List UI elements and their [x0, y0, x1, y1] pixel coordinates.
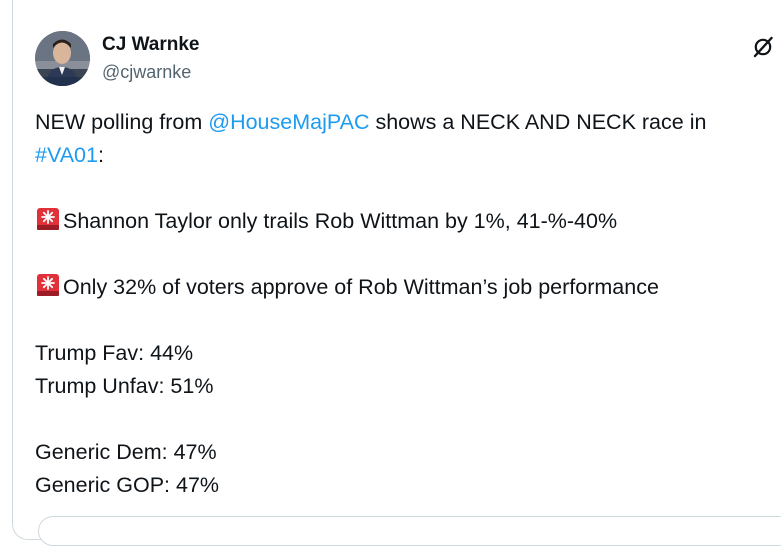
- tweet-text-segment: Only 32% of voters approve of Rob Wittma…: [63, 275, 659, 299]
- tweet-line: NEW polling from @HouseMajPAC shows a NE…: [35, 106, 775, 139]
- avatar[interactable]: [35, 31, 90, 86]
- hashtag-link[interactable]: #VA01: [35, 143, 98, 167]
- tweet-line: Generic GOP: 47%: [35, 473, 220, 497]
- tweet-line: Trump Fav: 44%: [35, 341, 194, 365]
- profile-photo-icon: [35, 31, 90, 86]
- siren-emoji-icon: [35, 206, 61, 232]
- tweet-line: Shannon Taylor only trails Rob Wittman b…: [35, 205, 775, 238]
- author-handle[interactable]: @cjwarnke: [102, 62, 191, 83]
- tweet-text: NEW polling from @HouseMajPAC shows a NE…: [35, 106, 775, 502]
- tweet-text-segment: Shannon Taylor only trails Rob Wittman b…: [63, 209, 618, 233]
- tweet-line: #VA01:: [35, 139, 775, 172]
- mention-link[interactable]: @HouseMajPAC: [208, 110, 369, 134]
- embedded-card-edge[interactable]: [38, 516, 781, 546]
- tweet-text-segment: :: [97, 143, 104, 167]
- tweet-line: Trump Unfav: 51%: [35, 374, 214, 398]
- tweet-text-segment: shows a NECK AND NECK race in: [369, 110, 707, 134]
- tweet-line: Generic Dem: 47%: [35, 440, 217, 464]
- x-logo-icon[interactable]: [752, 36, 774, 58]
- tweet-line: Only 32% of voters approve of Rob Wittma…: [35, 271, 775, 304]
- siren-emoji-icon: [35, 272, 61, 298]
- tweet-text-segment: NEW polling from: [35, 110, 209, 134]
- author-name[interactable]: CJ Warnke: [102, 34, 200, 56]
